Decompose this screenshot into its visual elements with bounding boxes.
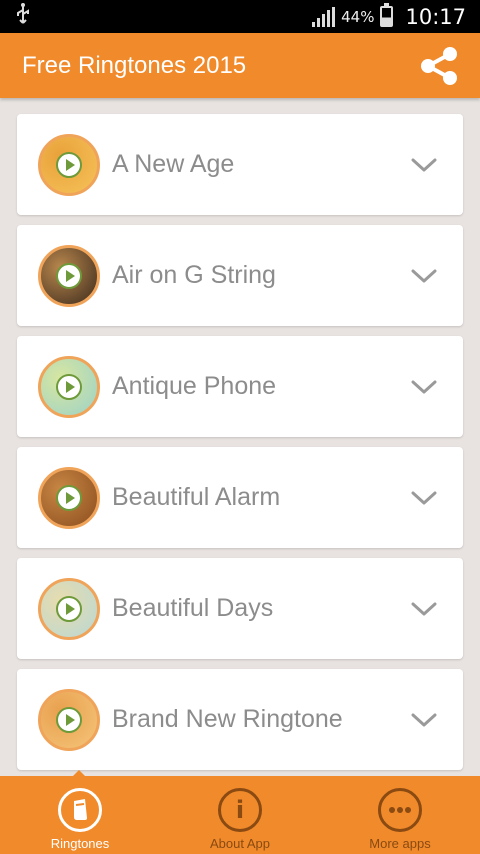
chevron-down-icon[interactable]	[409, 483, 439, 513]
ringtone-item[interactable]: Beautiful Alarm	[17, 447, 463, 548]
app-title: Free Ringtones 2015	[22, 51, 247, 79]
nav-label-ringtones: Ringtones	[50, 836, 110, 851]
more-icon	[378, 788, 422, 832]
ringtone-list[interactable]: A New Age Air on G String Antique Phone Bea…	[0, 98, 480, 776]
app-bar: Free Ringtones 2015	[0, 33, 480, 98]
chevron-down-icon[interactable]	[409, 150, 439, 180]
play-icon[interactable]	[56, 484, 82, 511]
ringtone-item[interactable]: Air on G String	[17, 225, 463, 326]
status-bar: 44% 10:17	[0, 0, 480, 33]
ringtone-title: Air on G String	[112, 261, 276, 289]
nav-label-about: About App	[210, 836, 270, 851]
ringtone-title: Brand New Ringtone	[112, 705, 343, 733]
ringtone-item[interactable]: A New Age	[17, 114, 463, 215]
battery-percent: 44%	[341, 7, 375, 26]
ringtone-title: Beautiful Days	[112, 594, 274, 622]
ringtone-item[interactable]: Antique Phone	[17, 336, 463, 437]
play-icon[interactable]	[56, 151, 82, 178]
nav-label-more: More apps	[369, 836, 431, 851]
battery-icon	[380, 3, 394, 27]
play-icon[interactable]	[56, 373, 82, 400]
ringtone-thumbnail[interactable]	[38, 466, 100, 529]
signal-icon	[312, 6, 336, 27]
chevron-down-icon[interactable]	[409, 594, 439, 624]
chevron-down-icon[interactable]	[409, 372, 439, 402]
chevron-down-icon[interactable]	[409, 261, 439, 291]
ringtone-title: A New Age	[112, 150, 235, 178]
info-icon: i	[218, 788, 262, 832]
ringtone-thumbnail[interactable]	[38, 688, 100, 751]
nav-ringtones[interactable]: Ringtones	[20, 788, 140, 851]
ringtone-thumbnail[interactable]	[38, 355, 100, 418]
ringtone-item[interactable]: Brand New Ringtone	[17, 669, 463, 770]
usb-icon	[16, 3, 30, 30]
ringtone-item[interactable]: Beautiful Days	[17, 558, 463, 659]
nav-more-apps[interactable]: More apps	[340, 788, 460, 851]
play-icon[interactable]	[56, 706, 82, 733]
ringtone-thumbnail[interactable]	[38, 244, 100, 307]
play-icon[interactable]	[56, 595, 82, 622]
nav-about-app[interactable]: i About App	[180, 788, 300, 851]
clock: 10:17	[405, 4, 466, 29]
chevron-down-icon[interactable]	[409, 705, 439, 735]
play-icon[interactable]	[56, 262, 82, 289]
ringtone-title: Beautiful Alarm	[112, 483, 281, 511]
ringtone-title: Antique Phone	[112, 372, 277, 400]
bottom-nav: Ringtones i About App More apps	[0, 776, 480, 854]
ringtone-icon	[58, 788, 102, 832]
ringtone-thumbnail[interactable]	[38, 133, 100, 196]
share-icon[interactable]	[416, 43, 462, 89]
ringtone-thumbnail[interactable]	[38, 577, 100, 640]
